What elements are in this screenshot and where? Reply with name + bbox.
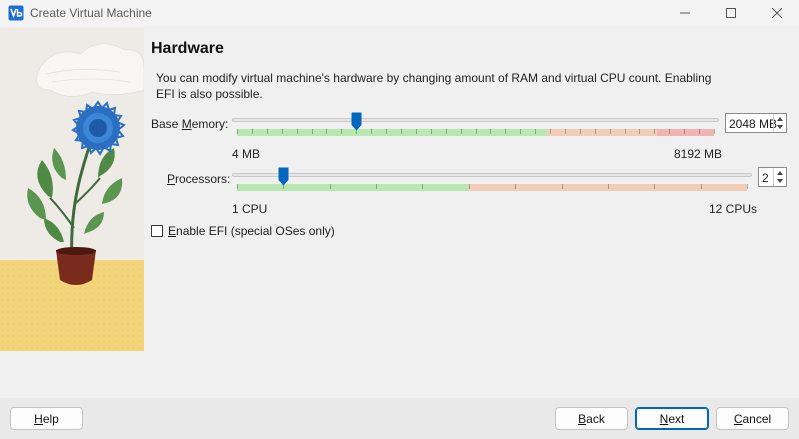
slider-tick bbox=[237, 129, 238, 134]
slider-tick bbox=[341, 129, 342, 134]
memory-slider-handle[interactable] bbox=[351, 112, 362, 131]
processors-slider-handle[interactable] bbox=[278, 167, 289, 186]
slider-tick bbox=[608, 184, 609, 189]
wizard-illustration bbox=[0, 28, 144, 351]
back-button[interactable]: Back bbox=[555, 407, 628, 430]
minimize-icon bbox=[680, 12, 690, 14]
maximize-button[interactable] bbox=[708, 0, 754, 26]
close-icon bbox=[772, 8, 782, 18]
slider-tick bbox=[401, 129, 402, 134]
slider-tick bbox=[282, 129, 283, 134]
slider-tick bbox=[252, 129, 253, 134]
slider-tick bbox=[610, 129, 611, 134]
slider-tick bbox=[580, 129, 581, 134]
page-heading: Hardware bbox=[151, 40, 224, 57]
slider-tick bbox=[431, 129, 432, 134]
slider-tick bbox=[595, 129, 596, 134]
spin-up-icon[interactable] bbox=[777, 171, 783, 175]
slider-tick bbox=[422, 184, 423, 189]
slider-tick bbox=[747, 184, 748, 189]
spin-up-icon[interactable] bbox=[777, 117, 783, 121]
slider-tick bbox=[330, 184, 331, 189]
processors-label: Processors: bbox=[167, 172, 231, 186]
slider-tick bbox=[461, 129, 462, 134]
slider-tick bbox=[562, 184, 563, 189]
memory-min-label: 4 MB bbox=[232, 147, 261, 161]
next-button[interactable]: Next bbox=[635, 407, 709, 430]
slider-tick bbox=[326, 129, 327, 134]
slider-tick bbox=[371, 129, 372, 134]
slider-tick bbox=[446, 129, 447, 134]
slider-tick bbox=[699, 129, 700, 134]
memory-max-label: 8192 MB bbox=[674, 147, 723, 161]
slider-groove bbox=[232, 173, 752, 177]
slider-tick bbox=[639, 129, 640, 134]
processors-spin-arrows[interactable] bbox=[773, 168, 786, 186]
help-button[interactable]: Help bbox=[10, 407, 83, 430]
memory-ticks bbox=[237, 129, 715, 136]
slider-tick bbox=[701, 184, 702, 189]
slider-tick bbox=[565, 129, 566, 134]
processors-slider[interactable] bbox=[232, 167, 752, 198]
slider-tick bbox=[416, 129, 417, 134]
title-bar: Create Virtual Machine bbox=[0, 0, 799, 26]
processors-ticks bbox=[237, 184, 748, 191]
slider-tick bbox=[654, 129, 655, 134]
slider-tick bbox=[550, 129, 551, 134]
slider-tick bbox=[654, 184, 655, 189]
slider-tick bbox=[237, 184, 238, 189]
spin-down-icon[interactable] bbox=[777, 179, 783, 183]
enable-efi-row[interactable]: Enable EFI (special OSes only) bbox=[151, 224, 335, 238]
cancel-button[interactable]: Cancel bbox=[716, 407, 789, 430]
slider-tick bbox=[476, 129, 477, 134]
slider-tick bbox=[312, 129, 313, 134]
maximize-icon bbox=[726, 8, 736, 18]
base-memory-slider[interactable] bbox=[232, 112, 719, 143]
slider-tick bbox=[297, 129, 298, 134]
slider-tick bbox=[684, 129, 685, 134]
slider-tick bbox=[520, 129, 521, 134]
processors-value[interactable]: 2 bbox=[762, 171, 769, 185]
processors-spinbox[interactable]: 2 bbox=[758, 167, 787, 187]
slider-tick bbox=[376, 184, 377, 189]
slider-groove bbox=[232, 118, 719, 122]
enable-efi-checkbox[interactable] bbox=[151, 225, 163, 237]
window-title: Create Virtual Machine bbox=[30, 6, 152, 20]
slider-tick bbox=[490, 129, 491, 134]
slider-tick bbox=[535, 129, 536, 134]
slider-tick bbox=[669, 129, 670, 134]
slider-tick bbox=[515, 184, 516, 189]
slider-tick bbox=[267, 129, 268, 134]
slider-tick bbox=[386, 129, 387, 134]
virtualbox-app-icon bbox=[8, 5, 24, 21]
slider-tick bbox=[714, 129, 715, 134]
slider-tick bbox=[505, 129, 506, 134]
memory-spin-arrows[interactable] bbox=[773, 114, 786, 132]
slider-tick bbox=[625, 129, 626, 134]
base-memory-value[interactable]: 2048 MB bbox=[729, 117, 777, 131]
slider-tick bbox=[469, 184, 470, 189]
close-button[interactable] bbox=[754, 0, 799, 26]
enable-efi-label[interactable]: Enable EFI (special OSes only) bbox=[168, 224, 335, 238]
minimize-button[interactable] bbox=[662, 0, 708, 26]
page-description: You can modify virtual machine's hardwar… bbox=[156, 71, 712, 101]
plant-illustration bbox=[0, 28, 144, 351]
processors-max-label: 12 CPUs bbox=[709, 202, 758, 216]
base-memory-spinbox[interactable]: 2048 MB bbox=[725, 113, 787, 133]
spin-down-icon[interactable] bbox=[777, 125, 783, 129]
base-memory-label: Base Memory: bbox=[151, 117, 229, 131]
processors-min-label: 1 CPU bbox=[232, 202, 268, 216]
